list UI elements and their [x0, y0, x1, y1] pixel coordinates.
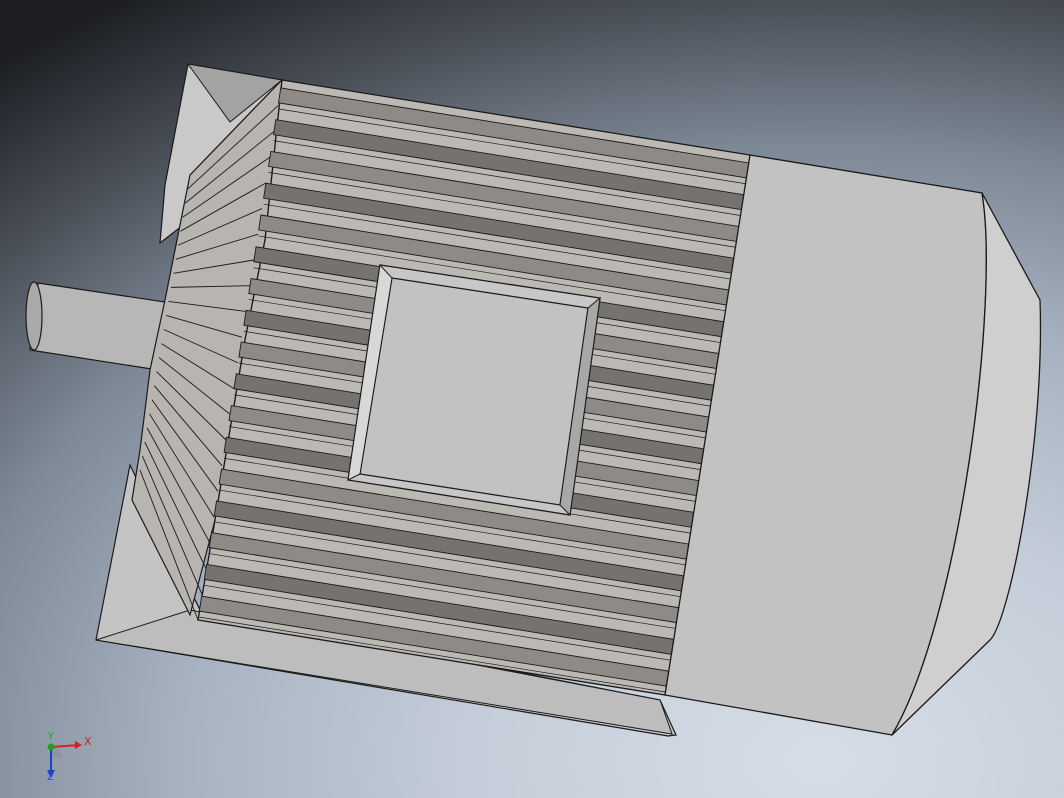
terminal-box: [347, 263, 601, 517]
graphics-viewport[interactable]: X Y Z: [0, 0, 1064, 798]
motor-model[interactable]: [0, 0, 1064, 798]
x-axis-label: X: [84, 735, 92, 748]
z-axis-label: Z: [47, 773, 54, 783]
y-axis-dot: [47, 743, 55, 751]
coordinate-triad: X Y Z: [38, 730, 98, 786]
motor-shaft: [25, 281, 166, 371]
y-axis-label: Y: [48, 732, 54, 742]
